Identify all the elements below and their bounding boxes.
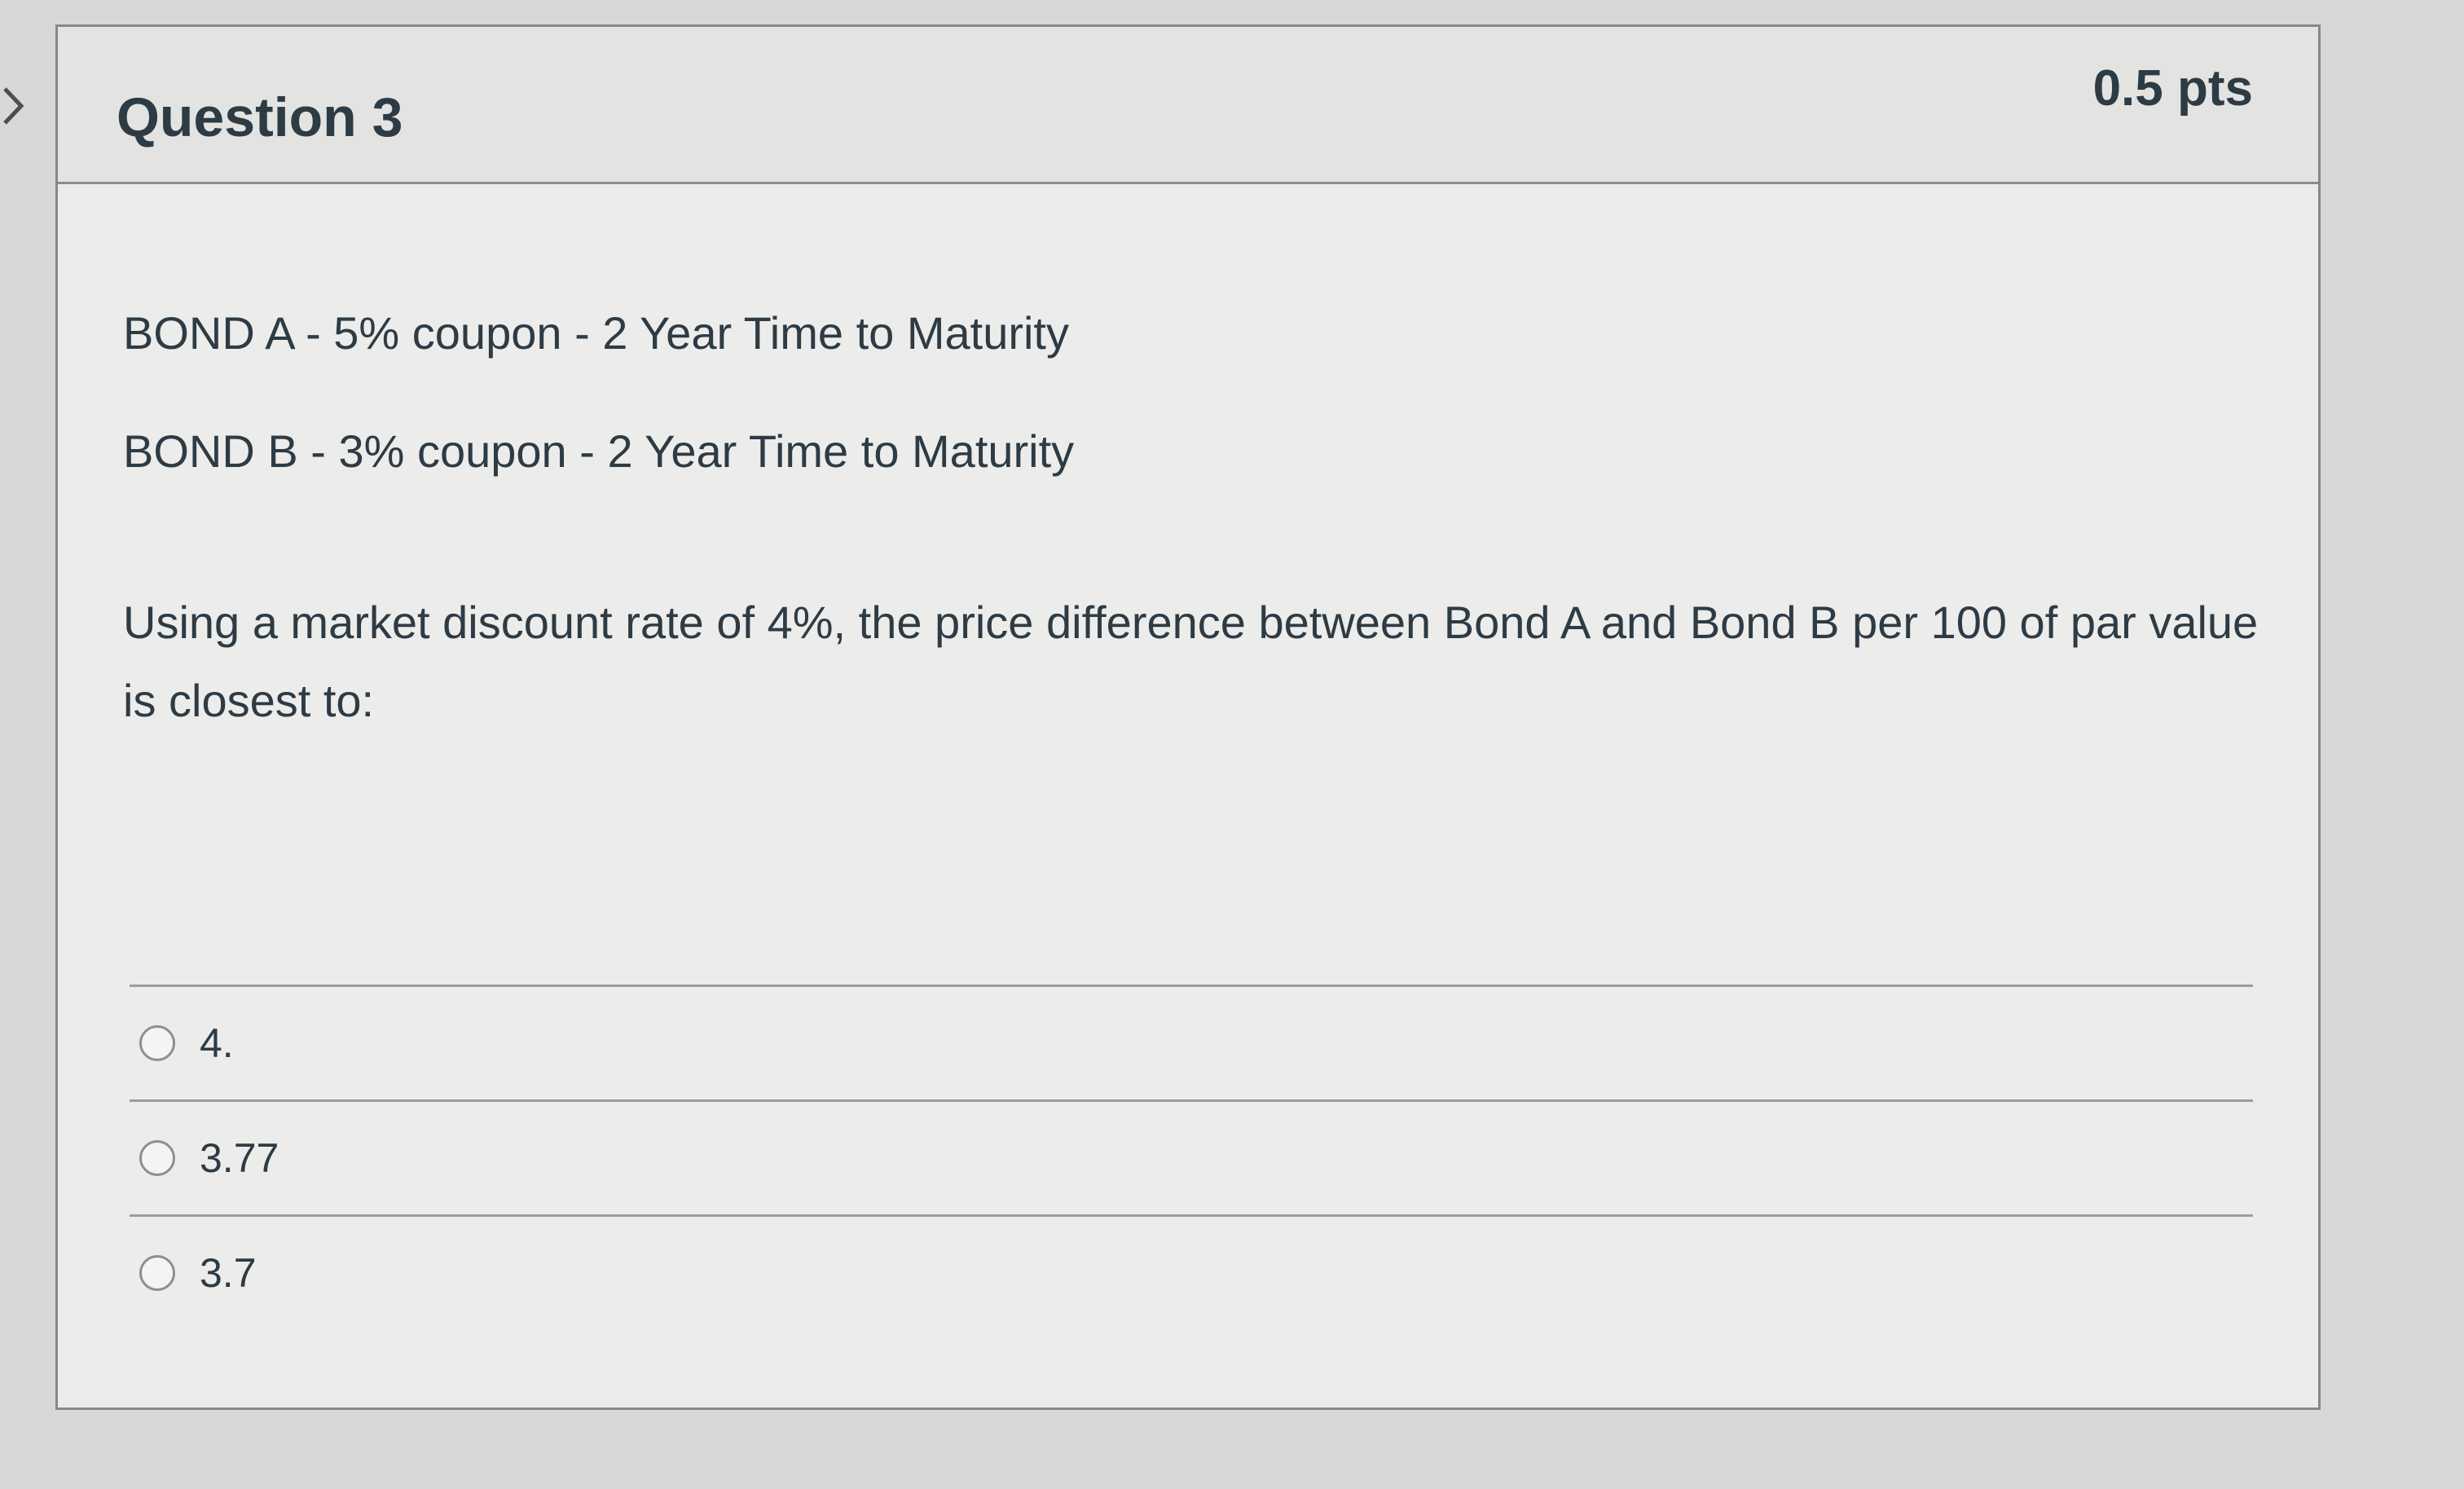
question-header: Question 3 0.5 pts <box>58 27 2318 184</box>
bond-a-description: BOND A - 5% coupon - 2 Year Time to Matu… <box>123 307 1069 359</box>
bond-b-description: BOND B - 3% coupon - 2 Year Time to Matu… <box>123 425 1075 477</box>
radio-button-icon[interactable] <box>139 1255 175 1291</box>
collapse-question-button[interactable] <box>0 81 28 130</box>
question-points: 0.5 pts <box>2092 60 2253 117</box>
chevron-right-icon <box>3 87 24 125</box>
answer-label[interactable]: 4. <box>200 1020 234 1067</box>
answer-option[interactable]: 3.77 <box>130 1102 2253 1217</box>
question-body: BOND A - 5% coupon - 2 Year Time to Matu… <box>58 184 2318 740</box>
question-prompt: Using a market discount rate of 4%, the … <box>123 597 2259 726</box>
answer-label[interactable]: 3.7 <box>200 1249 257 1297</box>
question-title: Question 3 <box>117 86 403 148</box>
answer-option[interactable]: 4. <box>130 987 2253 1102</box>
radio-button-icon[interactable] <box>139 1140 175 1176</box>
answer-list: 4. 3.77 3.7 <box>130 985 2253 1329</box>
question-card: Question 3 0.5 pts BOND A - 5% coupon - … <box>55 24 2321 1410</box>
radio-button-icon[interactable] <box>139 1025 175 1061</box>
answer-label[interactable]: 3.77 <box>200 1134 279 1182</box>
answer-option[interactable]: 3.7 <box>130 1217 2253 1329</box>
